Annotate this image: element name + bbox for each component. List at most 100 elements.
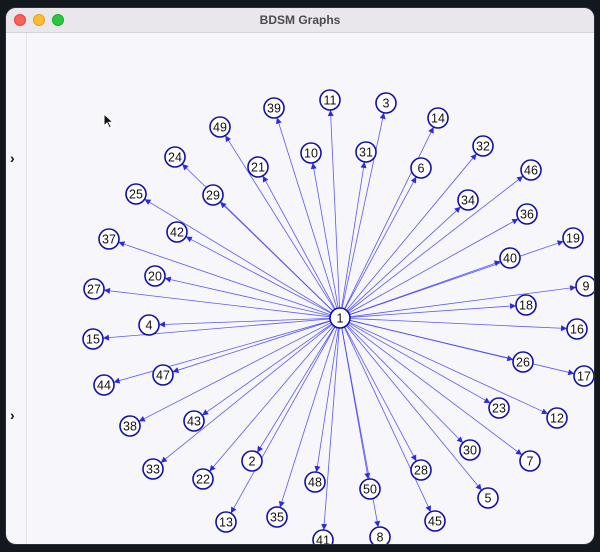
node-label: 2 <box>249 455 256 469</box>
window-title: BDSM Graphs <box>259 13 341 27</box>
graph-node-24[interactable]: 24 <box>164 146 186 168</box>
graph-node-16[interactable]: 16 <box>566 318 588 340</box>
graph-edge <box>349 318 568 329</box>
graph-node-47[interactable]: 47 <box>152 364 174 386</box>
graph-edge <box>102 318 331 339</box>
graph-node-44[interactable]: 44 <box>93 374 115 396</box>
graph-edge <box>185 236 332 314</box>
node-label: 11 <box>324 94 337 108</box>
edge-arrowhead <box>209 464 216 472</box>
graph-node-45[interactable]: 45 <box>424 510 446 532</box>
graph-node-41[interactable]: 41 <box>312 529 334 544</box>
node-label: 49 <box>213 121 227 135</box>
node-label: 24 <box>168 151 182 165</box>
graph-node-21[interactable]: 21 <box>247 156 269 178</box>
graph-node-38[interactable]: 38 <box>119 415 141 437</box>
graph-node-15[interactable]: 15 <box>82 328 104 350</box>
edge-arrowhead <box>103 287 111 294</box>
edge-arrowhead <box>516 176 524 183</box>
graph-node-12[interactable]: 12 <box>546 407 568 429</box>
graph-node-4[interactable]: 4 <box>138 314 160 336</box>
graph-node-5[interactable]: 5 <box>477 487 499 509</box>
graph-node-50[interactable]: 50 <box>359 478 381 500</box>
graph-node-42[interactable]: 42 <box>166 221 188 243</box>
graph-edge <box>349 286 577 318</box>
node-label: 17 <box>577 370 591 384</box>
node-label: 40 <box>503 252 517 266</box>
expand-chevron-icon[interactable]: › <box>10 151 24 165</box>
node-label: 27 <box>87 283 101 297</box>
edge-arrowhead <box>172 367 180 373</box>
graph-edge <box>330 109 340 309</box>
graph-node-31[interactable]: 31 <box>355 141 377 163</box>
graph-node-18[interactable]: 18 <box>515 294 537 316</box>
node-label: 50 <box>363 483 377 497</box>
node-label: 34 <box>461 194 475 208</box>
graph-node-39[interactable]: 39 <box>263 97 285 119</box>
edge-arrowhead <box>144 199 152 205</box>
graph-edge <box>256 326 336 453</box>
graph-node-48[interactable]: 48 <box>304 471 326 493</box>
graph-node-28[interactable]: 28 <box>410 459 432 481</box>
graph-canvas[interactable]: 13911 3491410 312421 6324625 29 34364237 19402… <box>6 33 594 544</box>
node-label: 1 <box>337 312 344 326</box>
node-label: 32 <box>476 140 490 154</box>
graph-node-25[interactable]: 25 <box>125 183 147 205</box>
graph-node-26[interactable]: 26 <box>512 351 534 373</box>
graph-node-10[interactable]: 10 <box>300 142 322 164</box>
node-label: 33 <box>146 463 160 477</box>
node-label: 39 <box>267 102 281 116</box>
graph-node-13[interactable]: 13 <box>215 511 237 533</box>
graph-edge <box>348 322 491 404</box>
graph-node-40[interactable]: 40 <box>499 247 521 269</box>
graph-node-29[interactable]: 29 <box>202 184 224 206</box>
edge-arrowhead <box>379 112 386 120</box>
graph-node-11[interactable]: 11 <box>319 89 341 111</box>
graph-node-23[interactable]: 23 <box>488 397 510 419</box>
expand-chevron-icon[interactable]: › <box>10 408 24 422</box>
app-window: BDSM Graphs 1 39 11 3 49 14 10 31 24 21 6 32 46 25 29 3… <box>6 8 594 544</box>
graph-node-36[interactable]: 36 <box>516 203 538 225</box>
graph-node-19[interactable]: 19 <box>562 227 584 249</box>
graph-node-32[interactable]: 32 <box>472 135 494 157</box>
graph-node-34[interactable]: 34 <box>457 189 479 211</box>
graph-node-49[interactable]: 49 <box>209 116 231 138</box>
graph-node-7[interactable]: 7 <box>519 450 541 472</box>
graph-node-9[interactable]: 9 <box>575 275 594 297</box>
graph-edge <box>349 305 517 318</box>
graph-node-2[interactable]: 2 <box>241 450 263 472</box>
title-bar[interactable]: BDSM Graphs <box>6 8 594 33</box>
node-label: 26 <box>516 356 530 370</box>
graph-node-6[interactable]: 6 <box>410 157 432 179</box>
edge-arrowhead <box>118 241 126 248</box>
edge-arrowhead <box>556 240 564 247</box>
graph-node-37[interactable]: 37 <box>98 228 120 250</box>
edge-arrowhead <box>257 445 263 453</box>
graph-edge <box>312 162 339 309</box>
node-label: 4 <box>146 319 153 333</box>
graph-node-22[interactable]: 22 <box>192 468 214 490</box>
edge-arrowhead <box>374 520 381 528</box>
graph-node-20[interactable]: 20 <box>144 265 166 287</box>
graph-node-33[interactable]: 33 <box>142 458 164 480</box>
graph-node-17[interactable]: 17 <box>573 365 594 387</box>
graph-node-27[interactable]: 27 <box>83 278 105 300</box>
edge-arrowhead <box>275 117 282 125</box>
graph-node-43[interactable]: 43 <box>183 410 205 432</box>
graph-node-14[interactable]: 14 <box>427 107 449 129</box>
graph-node-8[interactable]: 8 <box>369 526 391 544</box>
graph-edge <box>344 176 417 310</box>
edge-arrowhead <box>278 500 285 508</box>
graph-node-30[interactable]: 30 <box>459 439 481 461</box>
edge-arrowhead <box>202 409 209 416</box>
graph-node-1[interactable]: 1 <box>329 307 351 329</box>
graph-node-46[interactable]: 46 <box>520 159 542 181</box>
node-label: 13 <box>219 516 233 530</box>
graph-node-3[interactable]: 3 <box>375 92 397 114</box>
graph-node-35[interactable]: 35 <box>266 506 288 528</box>
node-label: 30 <box>463 444 477 458</box>
node-label: 29 <box>206 189 220 203</box>
graph-edge <box>160 323 333 464</box>
graph-edge <box>158 317 331 326</box>
node-label: 37 <box>102 233 116 247</box>
